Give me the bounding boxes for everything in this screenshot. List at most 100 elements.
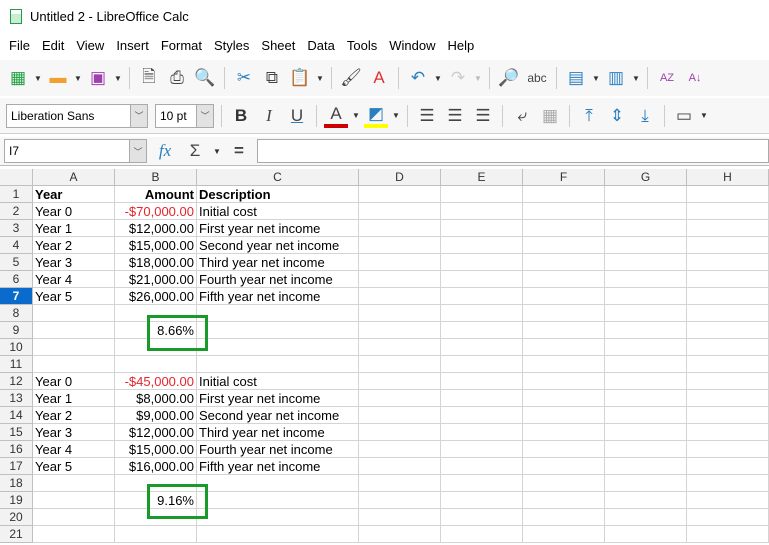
cell-b5[interactable]: $18,000.00 [115,254,197,271]
cell-e6[interactable] [441,271,523,288]
cell-e4[interactable] [441,237,523,254]
cell-a2[interactable]: Year 0 [33,203,115,220]
redo-dropdown-icon[interactable]: ▼ [474,74,482,83]
cell-a3[interactable]: Year 1 [33,220,115,237]
cell-g12[interactable] [605,373,687,390]
cell-h12[interactable] [687,373,769,390]
cell-c12[interactable]: Initial cost [197,373,359,390]
cell-f13[interactable] [523,390,605,407]
function-wizard-icon[interactable]: fx [153,139,177,163]
cell-h9[interactable] [687,322,769,339]
cell-a15[interactable]: Year 3 [33,424,115,441]
cell-c6[interactable]: Fourth year net income [197,271,359,288]
row-header[interactable]: 10 [0,339,33,356]
cell-e3[interactable] [441,220,523,237]
cell-b12[interactable]: -$45,000.00 [115,373,197,390]
cell-d1[interactable] [359,186,441,203]
cell-f21[interactable] [523,526,605,543]
cell-b16[interactable]: $15,000.00 [115,441,197,458]
paste-icon[interactable]: 📋 [288,66,312,90]
cell-d14[interactable] [359,407,441,424]
cell-e20[interactable] [441,509,523,526]
cell-d7[interactable] [359,288,441,305]
cell-a14[interactable]: Year 2 [33,407,115,424]
copy-icon[interactable]: ⧉ [260,66,284,90]
cell-f12[interactable] [523,373,605,390]
center-vertically-icon[interactable]: ⇕ [605,104,629,128]
cell-c17[interactable]: Fifth year net income [197,458,359,475]
export-pdf-icon[interactable]: 🗎 [137,66,161,90]
column-header-c[interactable]: C [197,169,359,186]
row-header[interactable]: 13 [0,390,33,407]
select-all-corner[interactable] [0,169,33,186]
cell-h11[interactable] [687,356,769,373]
menu-window[interactable]: Window [383,38,441,53]
cell-e8[interactable] [441,305,523,322]
cell-b21[interactable] [115,526,197,543]
cell-d15[interactable] [359,424,441,441]
cell-e18[interactable] [441,475,523,492]
highlight-dropdown-icon[interactable]: ▼ [392,111,400,120]
cell-h19[interactable] [687,492,769,509]
row-header[interactable]: 16 [0,441,33,458]
cell-f19[interactable] [523,492,605,509]
cell-a17[interactable]: Year 5 [33,458,115,475]
new-dropdown-icon[interactable]: ▼ [34,74,42,83]
cell-c4[interactable]: Second year net income [197,237,359,254]
row-dropdown-icon[interactable]: ▼ [592,74,600,83]
cell-g9[interactable] [605,322,687,339]
merge-cells-icon[interactable]: ▦ [538,104,562,128]
cell-b1[interactable]: Amount [115,186,197,203]
cell-g11[interactable] [605,356,687,373]
column-header-b[interactable]: B [115,169,197,186]
row-header[interactable]: 14 [0,407,33,424]
cell-b15[interactable]: $12,000.00 [115,424,197,441]
cell-a8[interactable] [33,305,115,322]
cell-c5[interactable]: Third year net income [197,254,359,271]
row-header[interactable]: 19 [0,492,33,509]
cell-d19[interactable] [359,492,441,509]
currency-dropdown-icon[interactable]: ▼ [700,111,708,120]
cell-a18[interactable] [33,475,115,492]
cell-c7[interactable]: Fifth year net income [197,288,359,305]
column-header-a[interactable]: A [33,169,115,186]
cell-a10[interactable] [33,339,115,356]
chevron-down-icon[interactable]: ﹀ [129,140,146,162]
cell-h20[interactable] [687,509,769,526]
cell-g21[interactable] [605,526,687,543]
cell-f11[interactable] [523,356,605,373]
cell-f3[interactable] [523,220,605,237]
cell-a16[interactable]: Year 4 [33,441,115,458]
cell-e15[interactable] [441,424,523,441]
cell-a21[interactable] [33,526,115,543]
column-dropdown-icon[interactable]: ▼ [632,74,640,83]
align-bottom-icon[interactable]: ⤓ [633,104,657,128]
sort-ascending-icon[interactable]: A↓ [683,66,707,90]
cell-d6[interactable] [359,271,441,288]
column-header-e[interactable]: E [441,169,523,186]
cell-g16[interactable] [605,441,687,458]
cell-e2[interactable] [441,203,523,220]
cell-a11[interactable] [33,356,115,373]
menu-tools[interactable]: Tools [341,38,383,53]
cell-e1[interactable] [441,186,523,203]
cell-b14[interactable]: $9,000.00 [115,407,197,424]
row-header[interactable]: 11 [0,356,33,373]
cell-d4[interactable] [359,237,441,254]
row-header[interactable]: 15 [0,424,33,441]
cell-d2[interactable] [359,203,441,220]
cell-a6[interactable]: Year 4 [33,271,115,288]
cell-c16[interactable]: Fourth year net income [197,441,359,458]
cell-h21[interactable] [687,526,769,543]
cell-f17[interactable] [523,458,605,475]
cell-f9[interactable] [523,322,605,339]
cell-g2[interactable] [605,203,687,220]
wrap-text-icon[interactable]: ⤶ [510,104,534,128]
cell-g13[interactable] [605,390,687,407]
clear-formatting-icon[interactable]: A [367,66,391,90]
row-header[interactable]: 3 [0,220,33,237]
cell-h13[interactable] [687,390,769,407]
cell-e12[interactable] [441,373,523,390]
font-name-combo[interactable]: Liberation Sans ﹀ [6,103,148,128]
cell-f10[interactable] [523,339,605,356]
